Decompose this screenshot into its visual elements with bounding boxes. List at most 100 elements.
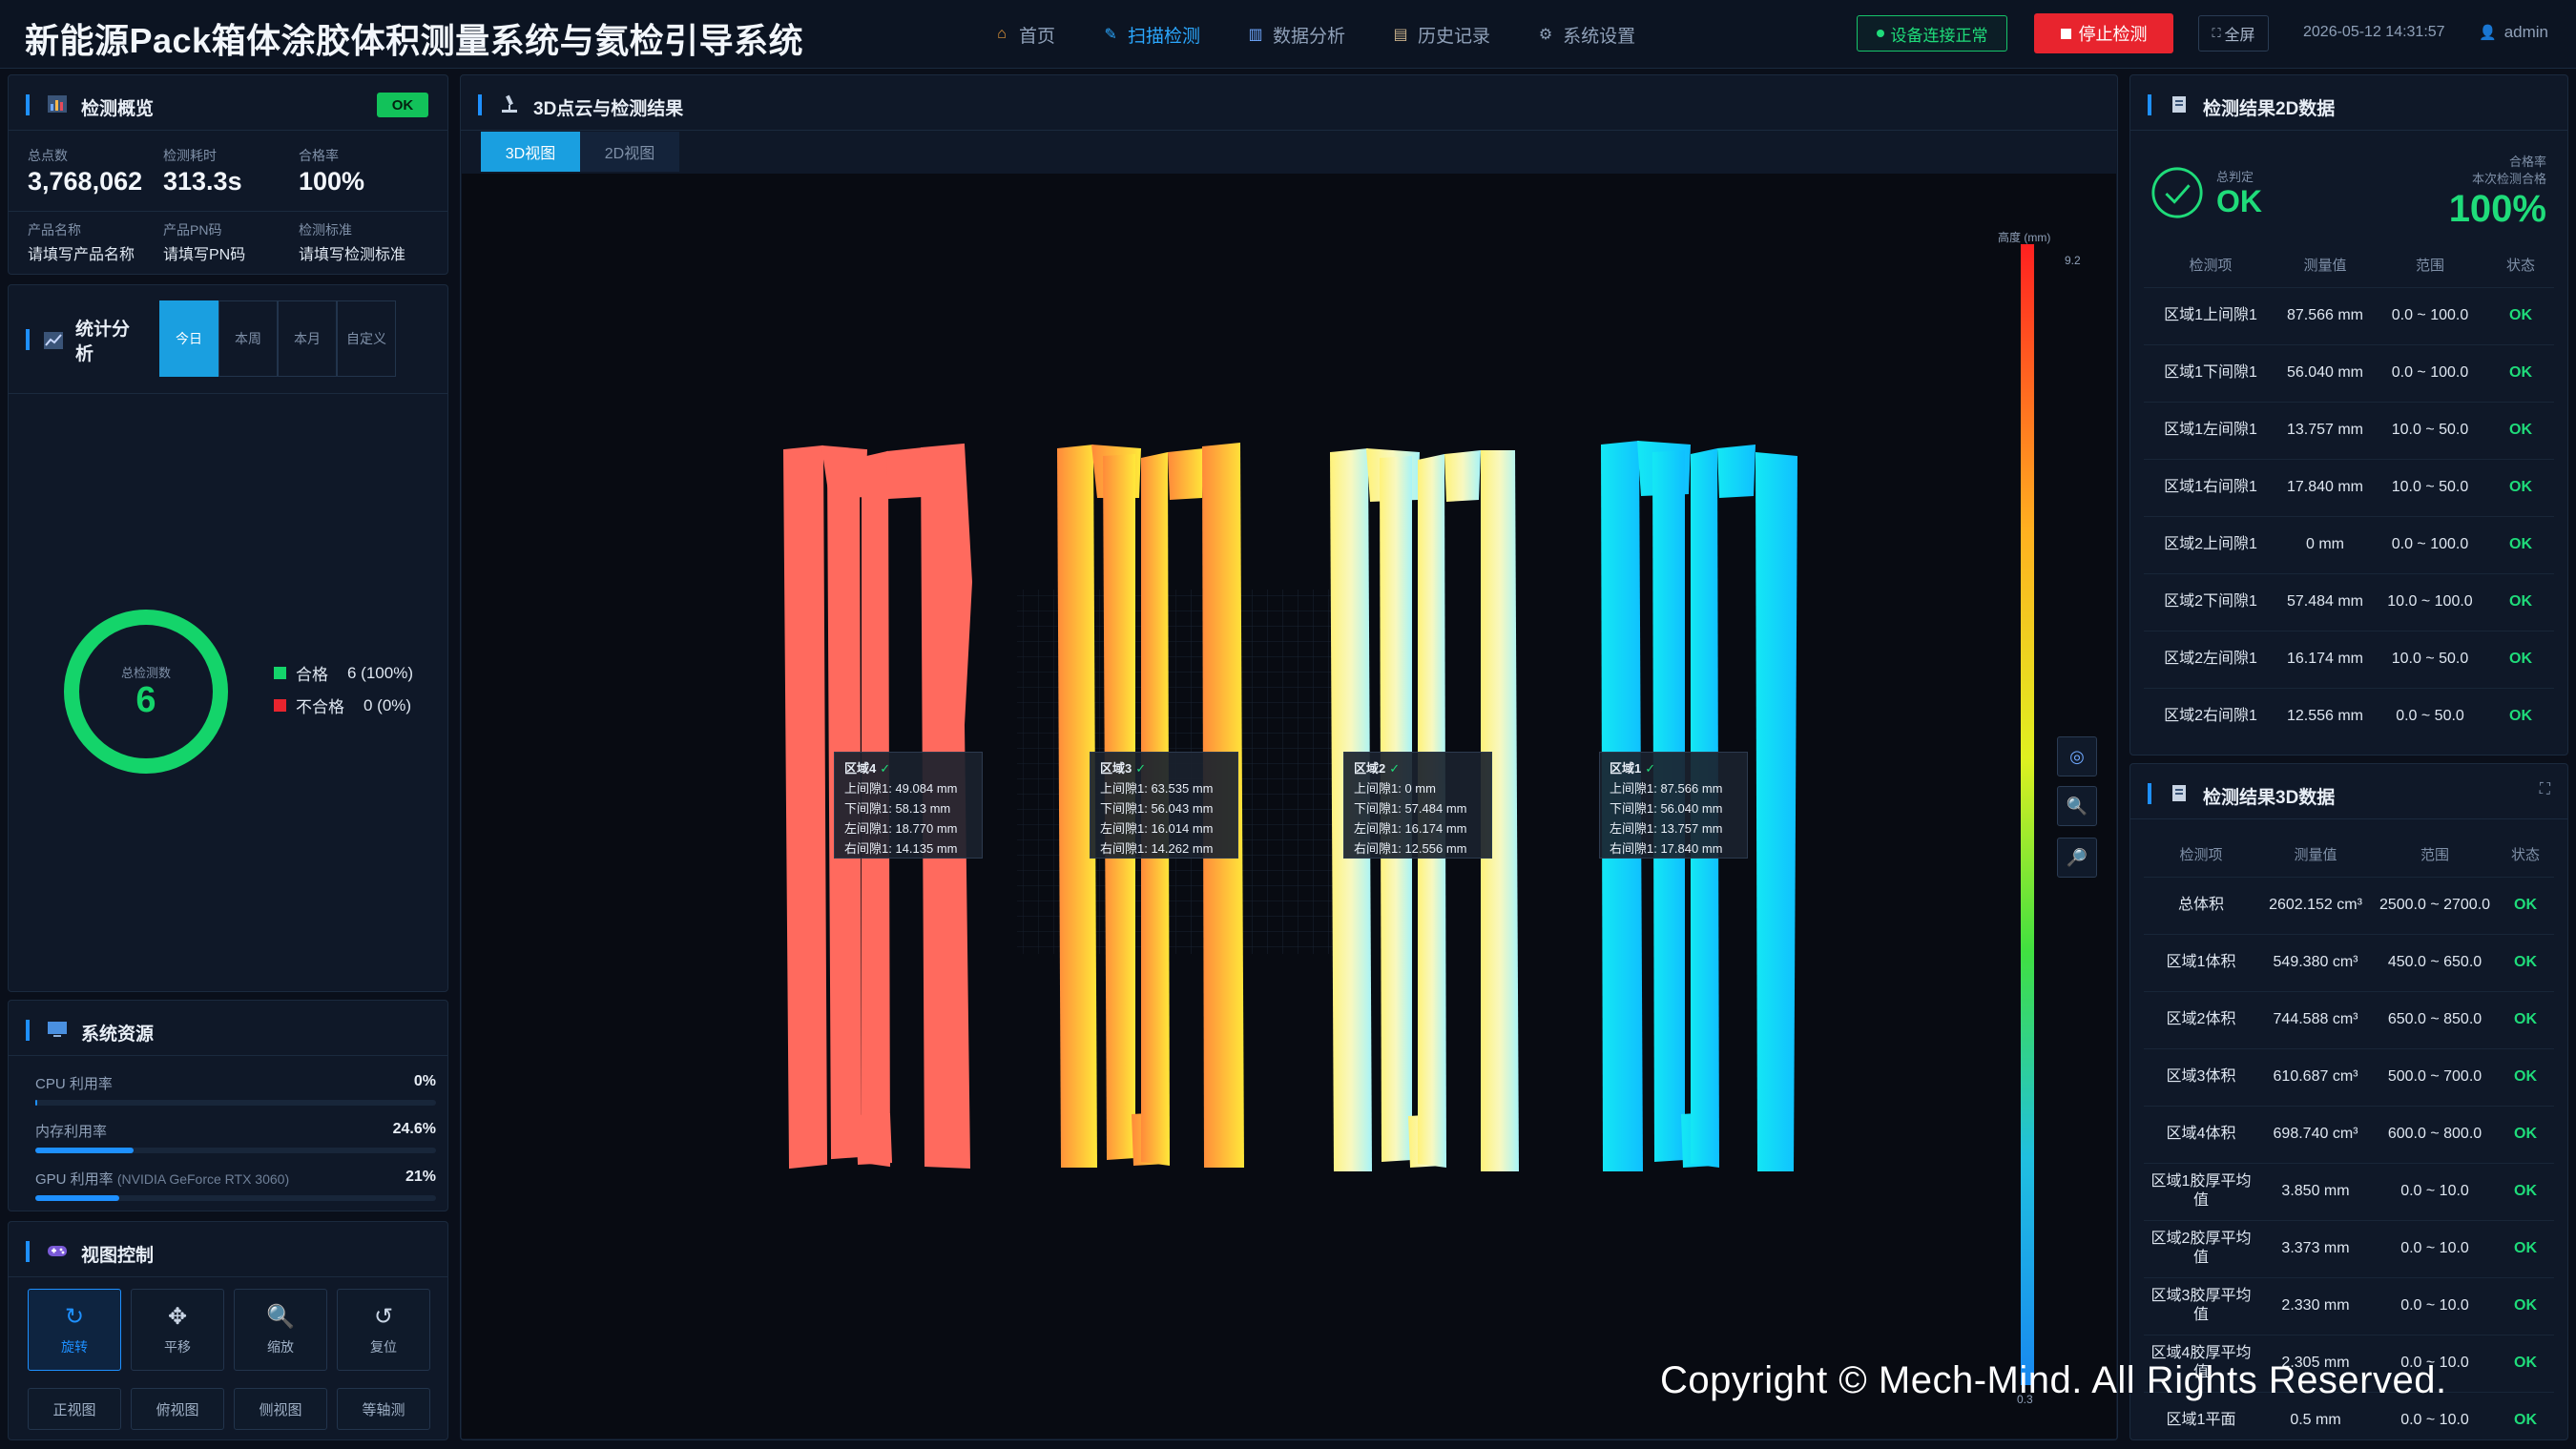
reset-icon: ↺ bbox=[373, 1304, 394, 1330]
overview-status-badge: OK bbox=[377, 93, 428, 117]
table-row: 区域1体积 549.380 cm³ 450.0 ~ 650.0 OK bbox=[2144, 933, 2554, 991]
user-icon: 👤 bbox=[2479, 25, 2497, 41]
period-today[interactable]: 今日 bbox=[159, 300, 218, 377]
total-verdict: OK bbox=[2216, 184, 2262, 218]
nav-analysis[interactable]: ▥ 数据分析 bbox=[1246, 22, 1345, 48]
value-cell: 2602.152 cm³ bbox=[2258, 876, 2373, 934]
pointcloud-title: 3D点云与检测结果 bbox=[533, 99, 684, 119]
pointcloud-viewport[interactable] bbox=[462, 174, 2116, 1439]
table-row: 区域3体积 610.687 cm³ 500.0 ~ 700.0 OK bbox=[2144, 1047, 2554, 1106]
iso-view-button[interactable]: 等轴测 bbox=[337, 1388, 430, 1430]
detection-time: 313.3s bbox=[163, 167, 242, 196]
viewport-target-button[interactable]: ◎ bbox=[2057, 736, 2097, 776]
nav-home[interactable]: ⌂ 首页 bbox=[992, 22, 1055, 48]
total-points: 3,768,062 bbox=[28, 167, 143, 196]
tab-3d-view[interactable]: 3D视图 bbox=[481, 132, 580, 172]
fullscreen-button[interactable]: ⛶ 全屏 bbox=[2198, 15, 2269, 52]
scan-icon: ✎ bbox=[1104, 27, 1117, 43]
item-cell: 区域2右间隙1 bbox=[2144, 687, 2277, 745]
ring-label: 总检测数 bbox=[120, 666, 171, 680]
table-row: 区域1左间隙1 13.757 mm 10.0 ~ 50.0 OK bbox=[2144, 401, 2554, 459]
zoom-button[interactable]: 🔍 缩放 bbox=[234, 1289, 327, 1371]
check-icon: ✓ bbox=[1645, 761, 1656, 776]
pan-button[interactable]: ✥ 平移 bbox=[131, 1289, 224, 1371]
overview-chart-icon bbox=[48, 95, 67, 113]
item-cell: 总体积 bbox=[2144, 876, 2258, 934]
item-cell: 区域2上间隙1 bbox=[2144, 515, 2277, 573]
side-view-button[interactable]: 侧视图 bbox=[234, 1388, 327, 1430]
nav-settings[interactable]: ⚙ 系统设置 bbox=[1536, 22, 1635, 48]
item-cell: 区域4体积 bbox=[2144, 1105, 2258, 1163]
period-week[interactable]: 本周 bbox=[218, 300, 278, 377]
colorbar-title: 高度 (mm) bbox=[1998, 231, 2051, 244]
status-cell: OK bbox=[2497, 1276, 2554, 1335]
zoom-icon: 🔍 bbox=[266, 1304, 295, 1330]
status-cell: OK bbox=[2497, 876, 2554, 934]
range-cell: 500.0 ~ 700.0 bbox=[2373, 1047, 2497, 1106]
result-3d-panel: 检测结果3D数据 ⛶ 检测项 测量值 范围 状态 总体积 2602.152 cm³… bbox=[2129, 763, 2568, 1440]
value-cell: 549.380 cm³ bbox=[2258, 933, 2373, 991]
item-cell: 区域3胶厚平均值 bbox=[2144, 1276, 2258, 1335]
value-cell: 3.850 mm bbox=[2258, 1162, 2373, 1220]
cpu-bar bbox=[35, 1100, 37, 1106]
value-cell: 0 mm bbox=[2277, 515, 2373, 573]
reset-button[interactable]: ↺ 复位 bbox=[337, 1289, 430, 1371]
user-menu[interactable]: 👤 admin bbox=[2479, 23, 2548, 42]
nav-history[interactable]: ▤ 历史记录 bbox=[1391, 22, 1490, 48]
status-cell: OK bbox=[2487, 687, 2554, 745]
status-cell: OK bbox=[2487, 630, 2554, 688]
value-cell: 16.174 mm bbox=[2277, 630, 2373, 688]
detection-standard: 请填写检测标准 bbox=[299, 247, 406, 263]
status-dot-icon bbox=[1876, 30, 1884, 37]
status-cell: OK bbox=[2487, 401, 2554, 459]
stats-title: 统计分析 bbox=[75, 320, 131, 364]
device-status-button[interactable]: 设备连接正常 bbox=[1857, 15, 2007, 52]
table-row: 区域1胶厚平均值 3.850 mm 0.0 ~ 10.0 OK bbox=[2144, 1162, 2554, 1220]
range-cell: 10.0 ~ 50.0 bbox=[2373, 401, 2487, 459]
stop-icon bbox=[2060, 28, 2071, 39]
status-cell: OK bbox=[2497, 1391, 2554, 1439]
viewport-zoom-in-button[interactable]: 🔍 bbox=[2057, 786, 2097, 826]
top-view-button[interactable]: 俯视图 bbox=[131, 1388, 224, 1430]
tab-2d-view[interactable]: 2D视图 bbox=[580, 132, 679, 172]
gear-icon: ⚙ bbox=[1538, 27, 1553, 43]
table-row: 区域2左间隙1 16.174 mm 10.0 ~ 50.0 OK bbox=[2144, 630, 2554, 688]
product-pn: 请填写PN码 bbox=[163, 247, 246, 263]
item-cell: 区域1体积 bbox=[2144, 933, 2258, 991]
item-cell: 区域1左间隙1 bbox=[2144, 401, 2277, 459]
view-control-title: 视图控制 bbox=[81, 1246, 155, 1266]
app-title: 新能源Pack箱体涂胶体积测量系统与氦检引导系统 bbox=[25, 21, 804, 60]
status-cell: OK bbox=[2497, 1334, 2554, 1392]
rotate-icon: ↻ bbox=[64, 1304, 85, 1330]
value-cell: 3.373 mm bbox=[2258, 1219, 2373, 1277]
monitor-icon bbox=[48, 1022, 67, 1037]
clipboard-icon bbox=[2172, 785, 2186, 801]
expand-icon[interactable]: ⛶ bbox=[2540, 781, 2550, 798]
front-view-button[interactable]: 正视图 bbox=[28, 1388, 121, 1430]
range-cell: 0.0 ~ 10.0 bbox=[2373, 1162, 2497, 1220]
overview-title: 检测概览 bbox=[81, 99, 155, 119]
status-cell: OK bbox=[2487, 515, 2554, 573]
stop-detection-button[interactable]: 停止检测 bbox=[2034, 13, 2173, 53]
table-row: 区域4体积 698.740 cm³ 600.0 ~ 800.0 OK bbox=[2144, 1105, 2554, 1163]
status-cell: OK bbox=[2487, 572, 2554, 631]
range-cell: 0.0 ~ 50.0 bbox=[2373, 687, 2487, 745]
value-cell: 610.687 cm³ bbox=[2258, 1047, 2373, 1106]
period-custom[interactable]: 自定义 bbox=[337, 300, 396, 377]
table-row: 区域1右间隙1 17.840 mm 10.0 ~ 50.0 OK bbox=[2144, 458, 2554, 516]
range-cell: 10.0 ~ 50.0 bbox=[2373, 630, 2487, 688]
fullscreen-icon: ⛶ bbox=[2212, 26, 2221, 40]
region4-info: 区域4 ✓ 上间隙1: 49.084 mm 下间隙1: 58.13 mm 左间隙1… bbox=[834, 752, 983, 859]
nav-scan[interactable]: ✎ 扫描检测 bbox=[1101, 22, 1200, 48]
range-cell: 10.0 ~ 50.0 bbox=[2373, 458, 2487, 516]
table-row: 区域2右间隙1 12.556 mm 0.0 ~ 50.0 OK bbox=[2144, 687, 2554, 745]
table-row: 区域3胶厚平均值 2.330 mm 0.0 ~ 10.0 OK bbox=[2144, 1276, 2554, 1335]
copyright-watermark: Copyright © Mech-Mind. All Rights Reserv… bbox=[1660, 1359, 2447, 1401]
viewport-zoom-out-button[interactable]: 🔎 bbox=[2057, 838, 2097, 878]
result-2d-table: 检测项 测量值 范围 状态 区域1上间隙1 87.566 mm 0.0 ~ 100.… bbox=[2144, 243, 2554, 745]
overview-panel: 检测概览 OK 总点数 3,768,062 检测耗时 313.3s 合格率 10… bbox=[8, 74, 448, 275]
value-cell: 12.556 mm bbox=[2277, 687, 2373, 745]
period-month[interactable]: 本月 bbox=[278, 300, 337, 377]
target-icon: ◎ bbox=[2069, 746, 2085, 766]
rotate-button[interactable]: ↻ 旋转 bbox=[28, 1289, 121, 1371]
